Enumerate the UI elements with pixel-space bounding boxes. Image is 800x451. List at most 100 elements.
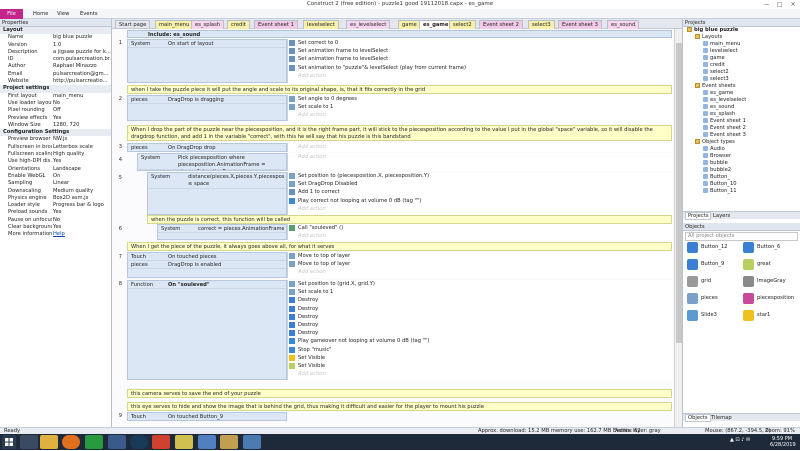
tray-icons[interactable]: ▲ ⊡ ♪ ✉ <box>730 437 750 443</box>
property-row[interactable]: Version 1.0 <box>0 42 111 49</box>
action-row[interactable]: Set animation frame to levelSelect <box>288 55 672 63</box>
menu-view[interactable]: View <box>57 9 69 19</box>
property-row[interactable]: Name big blue puzzle <box>0 34 111 41</box>
minimize-button[interactable]: — <box>760 0 773 9</box>
terminal-icon[interactable] <box>108 435 126 449</box>
comment[interactable]: this camera serves to save the end of yo… <box>127 389 672 398</box>
property-row[interactable]: Pixel rounding Off <box>0 107 111 114</box>
project-tree-item[interactable]: Browser <box>683 153 800 160</box>
action-row[interactable]: Set scale to 1 <box>288 103 672 111</box>
project-tree-item[interactable]: Event sheet 1 <box>683 118 800 125</box>
condition-text[interactable]: On start of layout <box>168 40 284 48</box>
property-value[interactable]: Help <box>53 231 111 238</box>
property-value[interactable]: big blue puzzle <box>53 34 111 41</box>
tab-levelselect[interactable]: levelselect <box>303 20 339 29</box>
action-row[interactable]: Set Visible <box>288 354 672 362</box>
project-tree-item[interactable]: Object types <box>683 139 800 146</box>
objects-filter-select[interactable]: All project objects <box>685 232 798 241</box>
action-row[interactable]: Move to top of layer <box>288 252 672 260</box>
action-row[interactable]: Play gameover not looping at volume 0 dB… <box>288 337 672 345</box>
comment[interactable]: this eye serves to hide and show the ima… <box>127 402 672 411</box>
object-item[interactable]: great <box>741 258 797 271</box>
condition-text[interactable]: Pick piecesposition where piecesposition… <box>178 155 284 170</box>
task-view-icon[interactable] <box>20 435 38 449</box>
comment[interactable]: When I get the piece of the puzzle, it a… <box>127 242 672 251</box>
property-row[interactable]: Email pulsarcreation@gm... <box>0 71 111 78</box>
property-value[interactable]: Medium quality <box>53 188 111 195</box>
start-button[interactable] <box>2 435 16 449</box>
condition-text[interactable]: distance(pieces.X,pieces.Y,piecespositio… <box>188 174 284 188</box>
tab-layers[interactable]: Layers <box>713 212 730 220</box>
action-row[interactable]: Set animation frame to levelSelect <box>288 47 672 55</box>
add-action-link[interactable]: Add action <box>288 111 672 119</box>
tab-start-page[interactable]: Start page <box>115 20 151 29</box>
object-item[interactable]: pieces <box>685 292 741 305</box>
event-2-conditions[interactable]: pieces DragDrop is dragging <box>127 95 287 121</box>
project-tree-item[interactable]: bubble2 <box>683 167 800 174</box>
app-icon[interactable] <box>85 435 103 449</box>
file-menu[interactable]: File <box>0 9 23 19</box>
tab-select2[interactable]: select2 <box>449 20 476 29</box>
property-row[interactable]: Author Raphael Minazzo <box>0 63 111 70</box>
add-action-link[interactable]: Add action <box>288 72 672 80</box>
property-value[interactable]: On <box>53 173 111 180</box>
condition-text[interactable]: On "souleved" <box>168 281 284 289</box>
property-row[interactable]: More information Help <box>0 231 111 238</box>
tab-objects[interactable]: Objects <box>685 414 711 422</box>
property-row[interactable]: Preview effects Yes <box>0 115 111 122</box>
event-7-conditions[interactable]: Touch On touched pieces pieces DragDrop is… <box>127 252 287 278</box>
action-row[interactable]: Destroy <box>288 329 672 337</box>
action-row[interactable]: Play correct not looping at volume 0 dB … <box>288 197 672 205</box>
event-4-conditions[interactable]: System Pick piecesposition where piecespo… <box>137 153 287 171</box>
event-1-conditions[interactable]: System On start of layout <box>127 39 287 83</box>
property-row[interactable]: Enable WebGL On <box>0 173 111 180</box>
property-row[interactable]: Sampling Linear <box>0 180 111 187</box>
property-value[interactable]: Off <box>53 107 111 114</box>
add-action-link[interactable]: Add action <box>288 143 672 151</box>
condition-text[interactable]: On touched Button_9 <box>168 413 284 420</box>
comment[interactable]: When I drop the part of the puzzle near … <box>127 125 672 141</box>
property-row[interactable]: Pause on unfocus No <box>0 217 111 224</box>
event-3-conditions[interactable]: pieces On DragDrop drop <box>127 143 287 152</box>
action-row[interactable]: Add 1 to correct <box>288 188 672 196</box>
add-action-link[interactable]: Add action <box>288 153 672 161</box>
project-tree-item[interactable]: es_sound <box>683 104 800 111</box>
object-item[interactable]: piecesposition <box>741 292 797 305</box>
property-value[interactable]: com.pulsarcreation.br... <box>53 56 111 63</box>
property-value[interactable]: Landscape <box>53 166 111 173</box>
property-value[interactable]: a jigsaw puzzle for k... <box>53 49 111 56</box>
project-tree-item[interactable]: es_levelselect <box>683 97 800 104</box>
folder-icon[interactable] <box>175 435 193 449</box>
close-button[interactable]: ✕ <box>786 0 800 9</box>
archive-icon[interactable] <box>220 435 238 449</box>
file-explorer-icon[interactable] <box>40 435 58 449</box>
include-row[interactable]: Include: es_sound <box>127 30 672 38</box>
action-row[interactable]: Set correct to 0 <box>288 39 672 47</box>
comment[interactable]: when the puzzle is correct, this functio… <box>147 215 672 224</box>
action-row[interactable]: Set scale to 1 <box>288 288 672 296</box>
property-row[interactable]: ID com.pulsarcreation.br... <box>0 56 111 63</box>
action-row[interactable]: Move to top of layer <box>288 260 672 268</box>
event-8-conditions[interactable]: Function On "souleved" <box>127 280 287 380</box>
property-value[interactable]: 1.0 <box>53 42 111 49</box>
property-value[interactable]: NW.js <box>53 136 111 143</box>
tab-event-sheet-1[interactable]: Event sheet 1 <box>254 20 298 29</box>
property-section[interactable]: Project settings <box>0 85 111 93</box>
action-row[interactable]: Destroy <box>288 313 672 321</box>
menu-home[interactable]: Home <box>33 9 48 19</box>
property-value[interactable]: Box2D asm.js <box>53 195 111 202</box>
object-item[interactable]: ImageGray <box>741 275 797 288</box>
property-section[interactable]: Layout <box>0 27 111 35</box>
project-tree-item[interactable]: select2 <box>683 69 800 76</box>
condition-text[interactable]: DragDrop is dragging <box>168 96 284 104</box>
property-value[interactable]: pulsarcreation@gm... <box>53 71 111 78</box>
property-value[interactable]: 1280, 720 <box>53 122 111 129</box>
tab-es-game[interactable]: es_game <box>419 20 453 29</box>
add-action-link[interactable]: Add action <box>288 370 672 378</box>
property-row[interactable]: Use loader layout No <box>0 100 111 107</box>
property-value[interactable]: Yes <box>53 224 111 231</box>
object-item[interactable]: Slide3 <box>685 309 741 322</box>
property-section[interactable]: Configuration Settings <box>0 129 111 137</box>
object-item[interactable]: Button_6 <box>741 241 797 254</box>
property-value[interactable]: High quality <box>53 151 111 158</box>
